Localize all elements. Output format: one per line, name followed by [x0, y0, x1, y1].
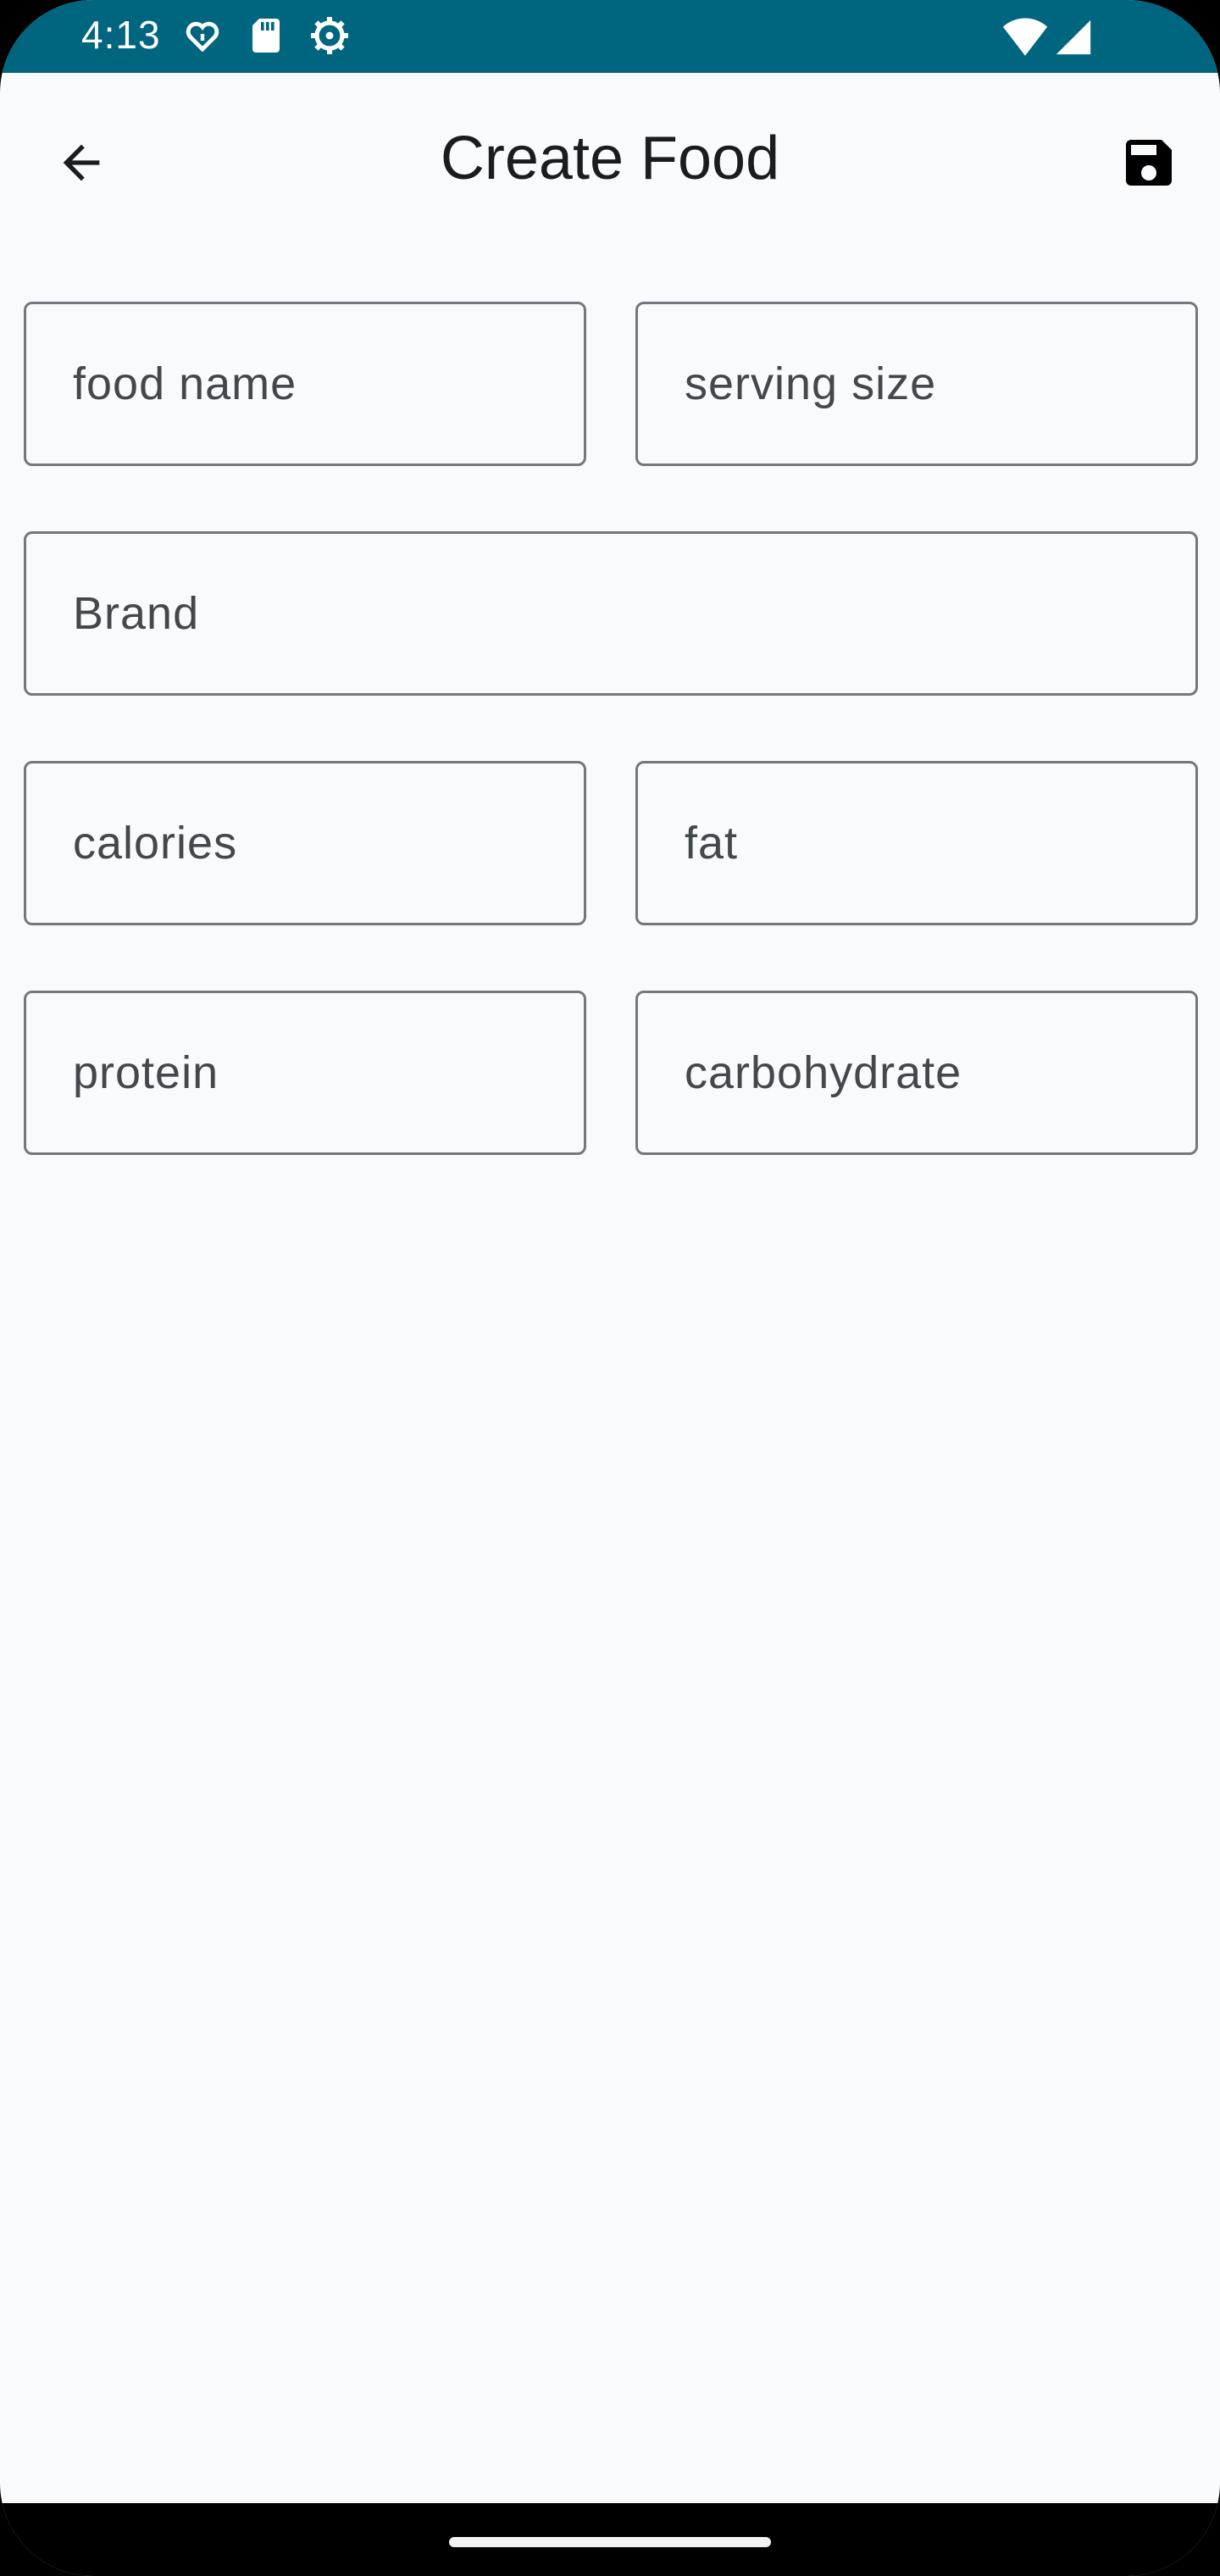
floppy-disk-icon	[1118, 132, 1179, 193]
food-name-field[interactable]	[24, 302, 586, 466]
status-bar: 4:13	[0, 0, 1220, 73]
fat-input[interactable]	[638, 763, 1195, 923]
serving-size-input[interactable]	[638, 304, 1195, 464]
protein-input[interactable]	[26, 993, 584, 1152]
status-time: 4:13	[81, 13, 161, 57]
page-title: Create Food	[440, 125, 780, 192]
wifi-icon	[1001, 15, 1049, 58]
settings-gear-icon	[309, 15, 350, 56]
carbohydrate-field[interactable]	[635, 991, 1198, 1155]
heart-pulse-icon	[182, 15, 223, 56]
protein-field[interactable]	[24, 991, 586, 1155]
save-button[interactable]	[1101, 115, 1196, 210]
calories-field[interactable]	[24, 761, 586, 925]
top-app-bar: Create Food	[0, 73, 1220, 259]
sd-card-icon	[246, 15, 286, 56]
app-screen: 4:13 Create Food	[0, 0, 1220, 2576]
navigation-bar	[0, 2503, 1220, 2576]
serving-size-field[interactable]	[635, 302, 1198, 466]
gesture-handle[interactable]	[449, 2537, 771, 2547]
fat-field[interactable]	[635, 761, 1198, 925]
calories-input[interactable]	[26, 763, 584, 923]
brand-input[interactable]	[26, 534, 1195, 693]
carbohydrate-input[interactable]	[638, 993, 1195, 1152]
food-name-input[interactable]	[26, 304, 584, 464]
brand-field[interactable]	[24, 531, 1198, 696]
cell-signal-icon	[1055, 19, 1092, 56]
